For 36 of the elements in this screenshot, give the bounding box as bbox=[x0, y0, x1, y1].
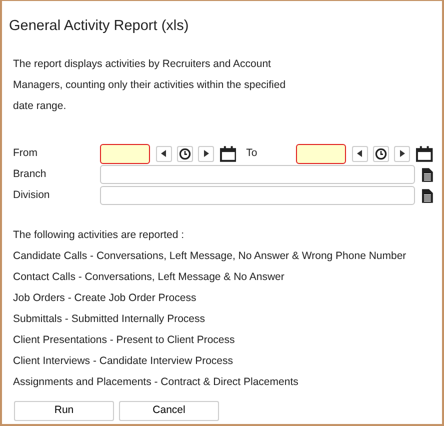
left-triangle-icon bbox=[357, 150, 364, 157]
right-triangle-icon bbox=[202, 150, 209, 157]
text-field[interactable] bbox=[100, 186, 416, 205]
document-icon[interactable] bbox=[422, 188, 433, 202]
clock-button[interactable] bbox=[373, 146, 390, 162]
clock-icon bbox=[178, 148, 191, 160]
date-field[interactable] bbox=[296, 144, 346, 164]
activity-text: Candidate Calls - Conversations, Left Message, No Answer & Wrong Phone Number bbox=[12, 249, 408, 264]
activity-text: Client Presentations - Present to Client Process bbox=[12, 333, 236, 348]
field-label: Division bbox=[13, 188, 51, 203]
calendar-icon[interactable] bbox=[416, 146, 433, 162]
activities-heading: The following activities are reported : bbox=[12, 228, 185, 243]
next-button[interactable] bbox=[394, 146, 410, 162]
description-text: The report displays activities by Recruiters and Account Managers, counting only their activities within the specified date range. bbox=[12, 57, 287, 114]
previous-button[interactable] bbox=[156, 146, 172, 162]
activity-text: Submittals - Submitted Internally Process bbox=[12, 312, 206, 327]
activity-text: Contact Calls - Conversations, Left Message & No Answer bbox=[12, 270, 286, 285]
date-field[interactable] bbox=[100, 144, 150, 164]
left-triangle-icon bbox=[160, 150, 167, 157]
from-label: From bbox=[13, 146, 38, 161]
activity-text: Job Orders - Create Job Order Process bbox=[12, 291, 198, 306]
cancel-button[interactable]: Cancel bbox=[119, 401, 219, 421]
activity-text: Client Interviews - Candidate Interview Process bbox=[12, 354, 234, 369]
activity-text: Assignments and Placements - Contract & Direct Placements bbox=[12, 375, 300, 390]
next-button[interactable] bbox=[198, 146, 214, 162]
clock-button[interactable] bbox=[176, 146, 193, 162]
document-icon[interactable] bbox=[422, 168, 433, 182]
to-label: To bbox=[246, 146, 258, 161]
window-title: General Activity Report (xls) bbox=[9, 17, 190, 36]
run-button[interactable]: Run bbox=[14, 401, 114, 421]
right-triangle-icon bbox=[399, 150, 406, 157]
text-field[interactable] bbox=[100, 165, 416, 184]
previous-button[interactable] bbox=[352, 146, 368, 162]
field-label: Branch bbox=[13, 166, 48, 182]
calendar-icon[interactable] bbox=[220, 146, 236, 162]
clock-icon bbox=[375, 148, 388, 160]
